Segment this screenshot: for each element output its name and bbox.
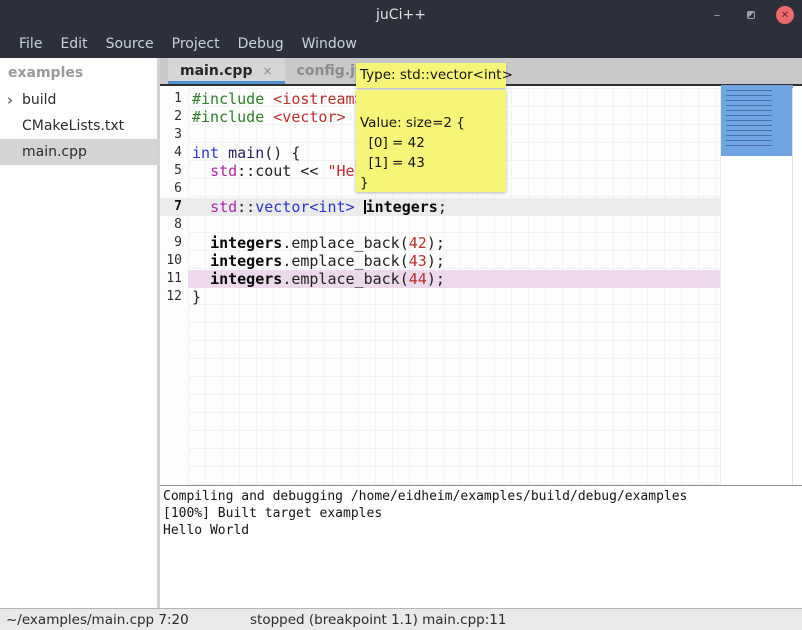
code-text[interactable]: }	[188, 288, 720, 306]
juci-window: juCi++ – ✕ FileEditSourceProjectDebugWin…	[0, 0, 802, 630]
menu-source[interactable]: Source	[97, 32, 163, 56]
status-debug-state: stopped (breakpoint 1.1) main.cpp:11	[250, 612, 506, 628]
line-number[interactable]: 2	[160, 108, 188, 126]
line-number[interactable]: 1	[160, 90, 188, 108]
close-button[interactable]: ✕	[776, 6, 794, 24]
value-tooltip-line: [0] = 42	[360, 133, 506, 153]
code-text[interactable]	[188, 216, 720, 234]
value-tooltip-line	[360, 93, 506, 113]
code-line-11[interactable]: 11 integers.emplace_back(44);	[160, 270, 720, 288]
terminal-output[interactable]: Compiling and debugging /home/eidheim/ex…	[160, 486, 802, 608]
code-line-9[interactable]: 9 integers.emplace_back(42);	[160, 234, 720, 252]
code-text[interactable]: integers.emplace_back(44);	[188, 270, 720, 288]
code-text[interactable]: integers.emplace_back(42);	[188, 234, 720, 252]
tree-item-label: main.cpp	[22, 144, 87, 160]
value-tooltip-line: }	[360, 173, 506, 193]
window-title: juCi++	[376, 7, 426, 23]
status-file-position: ~/examples/main.cpp 7:20	[6, 612, 189, 628]
terminal-line: Compiling and debugging /home/eidheim/ex…	[163, 488, 802, 505]
line-number[interactable]: 4	[160, 144, 188, 162]
code-text[interactable]: integers.emplace_back(43);	[188, 252, 720, 270]
line-number[interactable]: 3	[160, 126, 188, 144]
code-line-8[interactable]: 8	[160, 216, 720, 234]
code-line-10[interactable]: 10 integers.emplace_back(43);	[160, 252, 720, 270]
line-number[interactable]: 9	[160, 234, 188, 252]
tab-main-cpp[interactable]: main.cpp ×	[168, 58, 285, 84]
minimize-button[interactable]: –	[708, 6, 726, 24]
expand-chevron-icon[interactable]: ›	[7, 87, 13, 113]
menu-file[interactable]: File	[10, 32, 51, 56]
titlebar[interactable]: juCi++ – ✕	[0, 0, 802, 30]
tree-item-cmakelists-txt[interactable]: CMakeLists.txt	[0, 113, 157, 139]
window-controls: – ✕	[708, 0, 794, 30]
menu-window[interactable]: Window	[293, 32, 366, 56]
value-tooltip-line: Value: size=2 {	[360, 113, 506, 133]
statusbar: ~/examples/main.cpp 7:20 stopped (breakp…	[0, 608, 802, 630]
line-number[interactable]: 10	[160, 252, 188, 270]
type-tooltip: Type: std::vector<int>	[356, 63, 506, 88]
menu-edit[interactable]: Edit	[51, 32, 96, 56]
menu-debug[interactable]: Debug	[229, 32, 293, 56]
restore-icon	[747, 11, 755, 19]
tree-item-label: build	[22, 92, 56, 108]
line-number[interactable]: 12	[160, 288, 188, 306]
tab-close-icon[interactable]: ×	[262, 64, 272, 78]
menubar: FileEditSourceProjectDebugWindow	[0, 30, 802, 58]
terminal-line: Hello World	[163, 522, 802, 539]
value-tooltip-line: [1] = 43	[360, 153, 506, 173]
value-tooltip: Value: size=2 { [0] = 42 [1] = 43}	[356, 90, 506, 192]
line-number[interactable]: 8	[160, 216, 188, 234]
minimap[interactable]	[720, 88, 792, 485]
code-line-7[interactable]: 7 std::vector<int> integers;	[160, 198, 720, 216]
line-number[interactable]: 7	[160, 198, 188, 216]
file-tree-sidebar[interactable]: examples › build CMakeLists.txt main.cpp	[0, 58, 157, 608]
file-tree: › build CMakeLists.txt main.cpp	[0, 87, 157, 165]
code-line-12[interactable]: 12}	[160, 288, 720, 306]
line-number[interactable]: 6	[160, 180, 188, 198]
restore-button[interactable]	[742, 6, 760, 24]
minimap-viewport[interactable]	[721, 85, 793, 156]
tree-item-label: CMakeLists.txt	[22, 118, 124, 134]
tree-item-build[interactable]: › build	[0, 87, 157, 113]
menu-project[interactable]: Project	[163, 32, 229, 56]
line-number[interactable]: 11	[160, 270, 188, 288]
line-number[interactable]: 5	[160, 162, 188, 180]
tree-item-main-cpp[interactable]: main.cpp	[0, 139, 157, 165]
code-text[interactable]: std::vector<int> integers;	[188, 198, 720, 216]
tab-label: main.cpp	[180, 63, 252, 79]
project-name-header: examples	[0, 58, 157, 87]
editor-scrollbar[interactable]	[792, 88, 802, 485]
terminal-line: [100%] Built target examples	[163, 505, 802, 522]
